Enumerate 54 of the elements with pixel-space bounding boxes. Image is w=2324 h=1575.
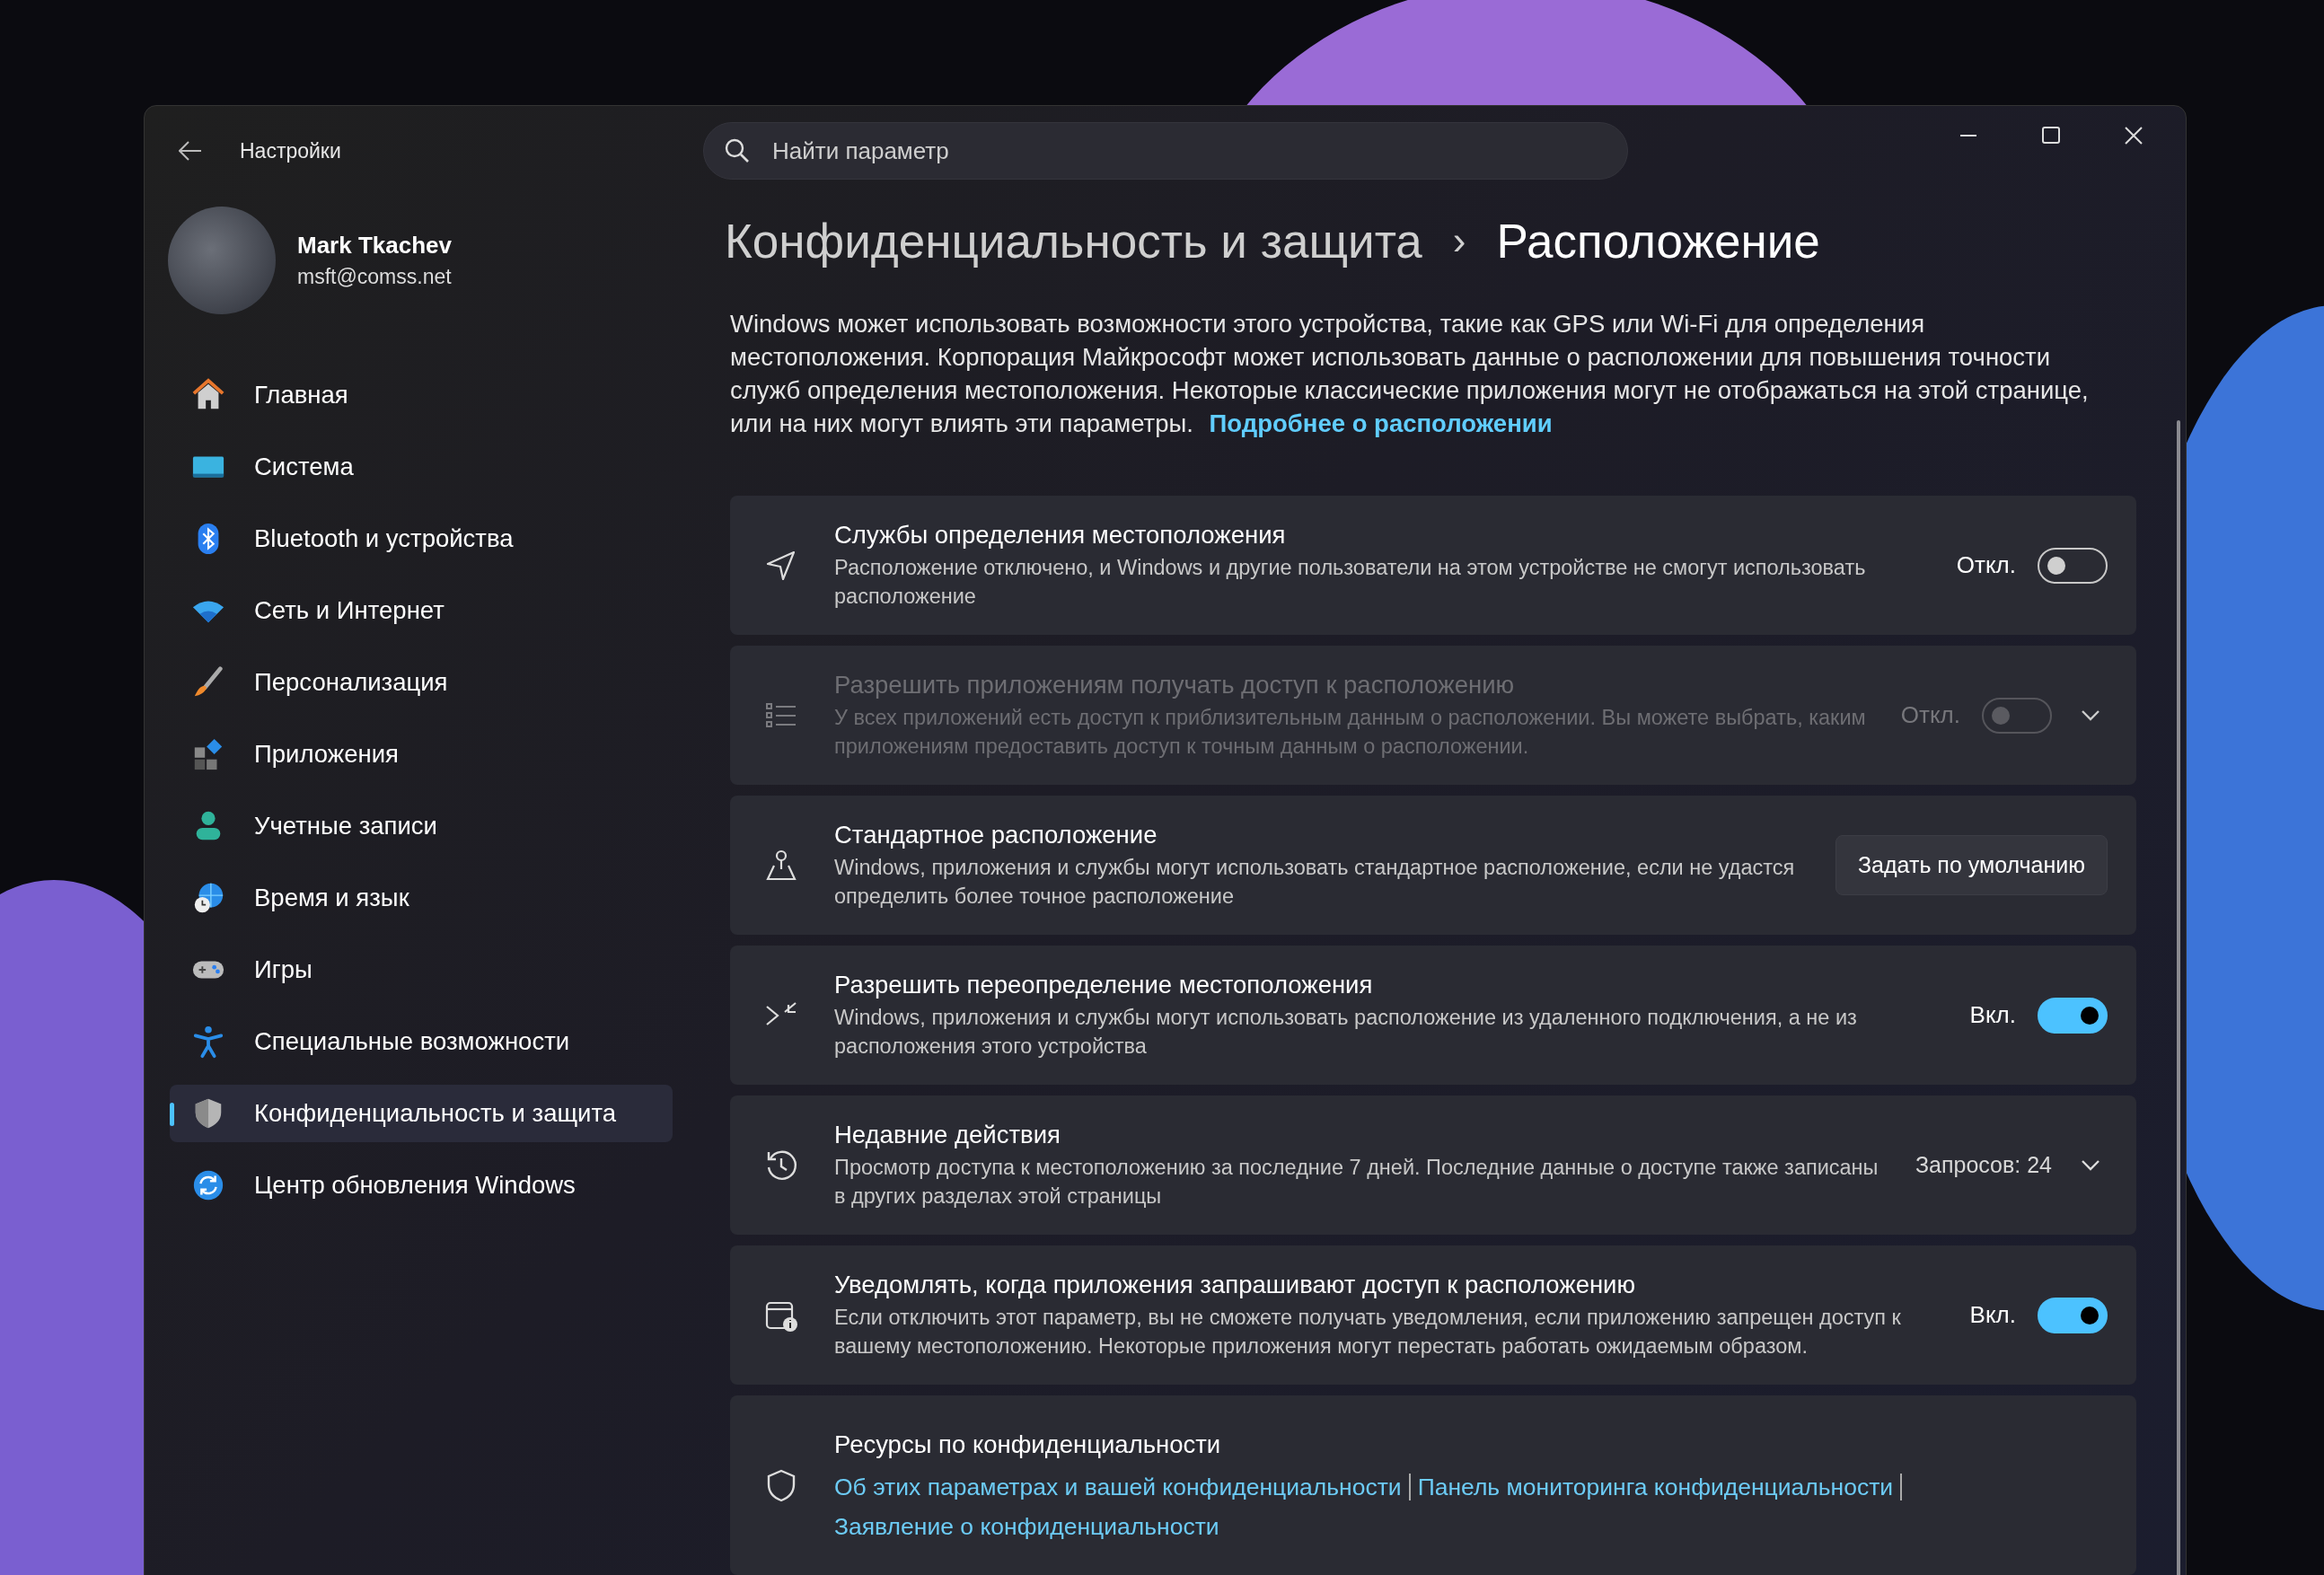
- breadcrumb-link[interactable]: Конфиденциальность и защита: [725, 213, 1422, 268]
- toggle-switch[interactable]: [2038, 1297, 2108, 1333]
- toggle-state-label: Вкл.: [1969, 1301, 2016, 1329]
- window-title: Настройки: [240, 138, 341, 163]
- sidebar-item[interactable]: Специальные возможности: [170, 1013, 673, 1070]
- breadcrumb-separator: ›: [1452, 218, 1466, 263]
- learn-more-link[interactable]: Подробнее о расположении: [1209, 409, 1553, 437]
- set-default-button[interactable]: Задать по умолчанию: [1835, 835, 2108, 895]
- privacy-link[interactable]: Об этих параметрах и вашей конфиденциальности: [834, 1474, 1411, 1500]
- sidebar-item[interactable]: Игры: [170, 941, 673, 999]
- sidebar-item[interactable]: Время и язык: [170, 869, 673, 927]
- sidebar-item[interactable]: Персонализация: [170, 654, 673, 711]
- sidebar-item[interactable]: Система: [170, 438, 673, 496]
- chevron-down-icon: [2081, 1158, 2100, 1172]
- refresh-icon: [191, 1168, 225, 1202]
- chevron-down-icon: [2081, 708, 2100, 722]
- maximize-icon: [2041, 126, 2061, 145]
- description-text: Windows может использовать возможности этого устройства, такие как GPS или Wi-Fi для определения местоположения. Корпорация Майкрософт может использовать данные о расположении для повышения точности служб определения местоположения. Некоторые классические приложения могут не отображаться на этой странице, или на них могут влиять эти параметры. Подробнее о расположении: [730, 309, 2090, 439]
- toggle-state-label: Откл.: [1956, 551, 2016, 579]
- toggle-state-label: Вкл.: [1969, 1001, 2016, 1029]
- setting-description: Windows, приложения и службы могут использовать расположение из удаленного подключения, а не из расположения этого устройства: [834, 1004, 1858, 1060]
- toggle-switch[interactable]: [2038, 997, 2108, 1034]
- request-count: Запросов: 24: [1915, 1152, 2052, 1178]
- user-name: Mark Tkachev: [297, 232, 452, 260]
- toggle-state-label: Откл.: [1900, 701, 1960, 729]
- setting-description: Расположение отключено, и Windows и другие пользователи на этом устройстве не смогут использовать расположение: [834, 554, 1867, 610]
- sidebar-item[interactable]: Bluetooth и устройства: [170, 510, 673, 568]
- setting-title: Стандартное расположение: [834, 820, 1158, 849]
- sidebar-item[interactable]: Конфиденциальность и защита: [170, 1085, 673, 1142]
- setting-description: Windows, приложения и службы могут использовать стандартное расположение, если не удастся определить более точное расположение: [834, 854, 1796, 910]
- search-icon: [725, 138, 750, 163]
- user-email: msft@comss.net: [297, 265, 452, 289]
- minimize-icon: [1959, 135, 1978, 136]
- setting-description: Если отключить этот параметр, вы не сможете получать уведомления, если приложению запрещен доступ к вашему местоположению. Некоторые приложения могут перестать работать ожидаемым образом.: [834, 1304, 1902, 1359]
- page-title: Расположение: [1496, 213, 1820, 268]
- setting-title: Разрешить приложениям получать доступ к расположению: [834, 670, 1516, 700]
- setting-description: У всех приложений есть доступ к приблизительным данным о расположении. Вы можете выбрать, каким приложениям предоставить доступ к точным данным о расположении.: [834, 704, 1867, 760]
- privacy-link[interactable]: Заявление о конфиденциальности: [834, 1513, 1227, 1540]
- accessibility-icon: [191, 1025, 225, 1059]
- sidebar-item[interactable]: Главная: [170, 366, 673, 424]
- privacy-link[interactable]: Панель мониторинга конфиденциальности: [1417, 1474, 1903, 1500]
- sidebar-item[interactable]: Сеть и Интернет: [170, 582, 673, 639]
- setting-description: Просмотр доступа к местоположению за последние 7 дней. Последние данные о доступе также записаны в других разделах этой страницы: [834, 1154, 1879, 1210]
- close-icon: [2124, 126, 2144, 145]
- search-field[interactable]: Найти параметр: [703, 122, 1628, 180]
- setting-title: Недавние действия: [834, 1120, 1061, 1149]
- sidebar-item[interactable]: Центр обновления Windows: [170, 1157, 673, 1214]
- sidebar-item[interactable]: Учетные записи: [170, 797, 673, 855]
- setting-title: Службы определения местоположения: [834, 520, 1287, 550]
- setting-title: Разрешить переопределение местоположения: [834, 970, 1374, 999]
- back-arrow-icon: [179, 141, 202, 161]
- sidebar-item[interactable]: Приложения: [170, 726, 673, 783]
- setting-title: Ресурсы по конфиденциальности: [834, 1430, 1222, 1459]
- setting-title: Уведомлять, когда приложения запрашивают доступ к расположению: [834, 1270, 1637, 1299]
